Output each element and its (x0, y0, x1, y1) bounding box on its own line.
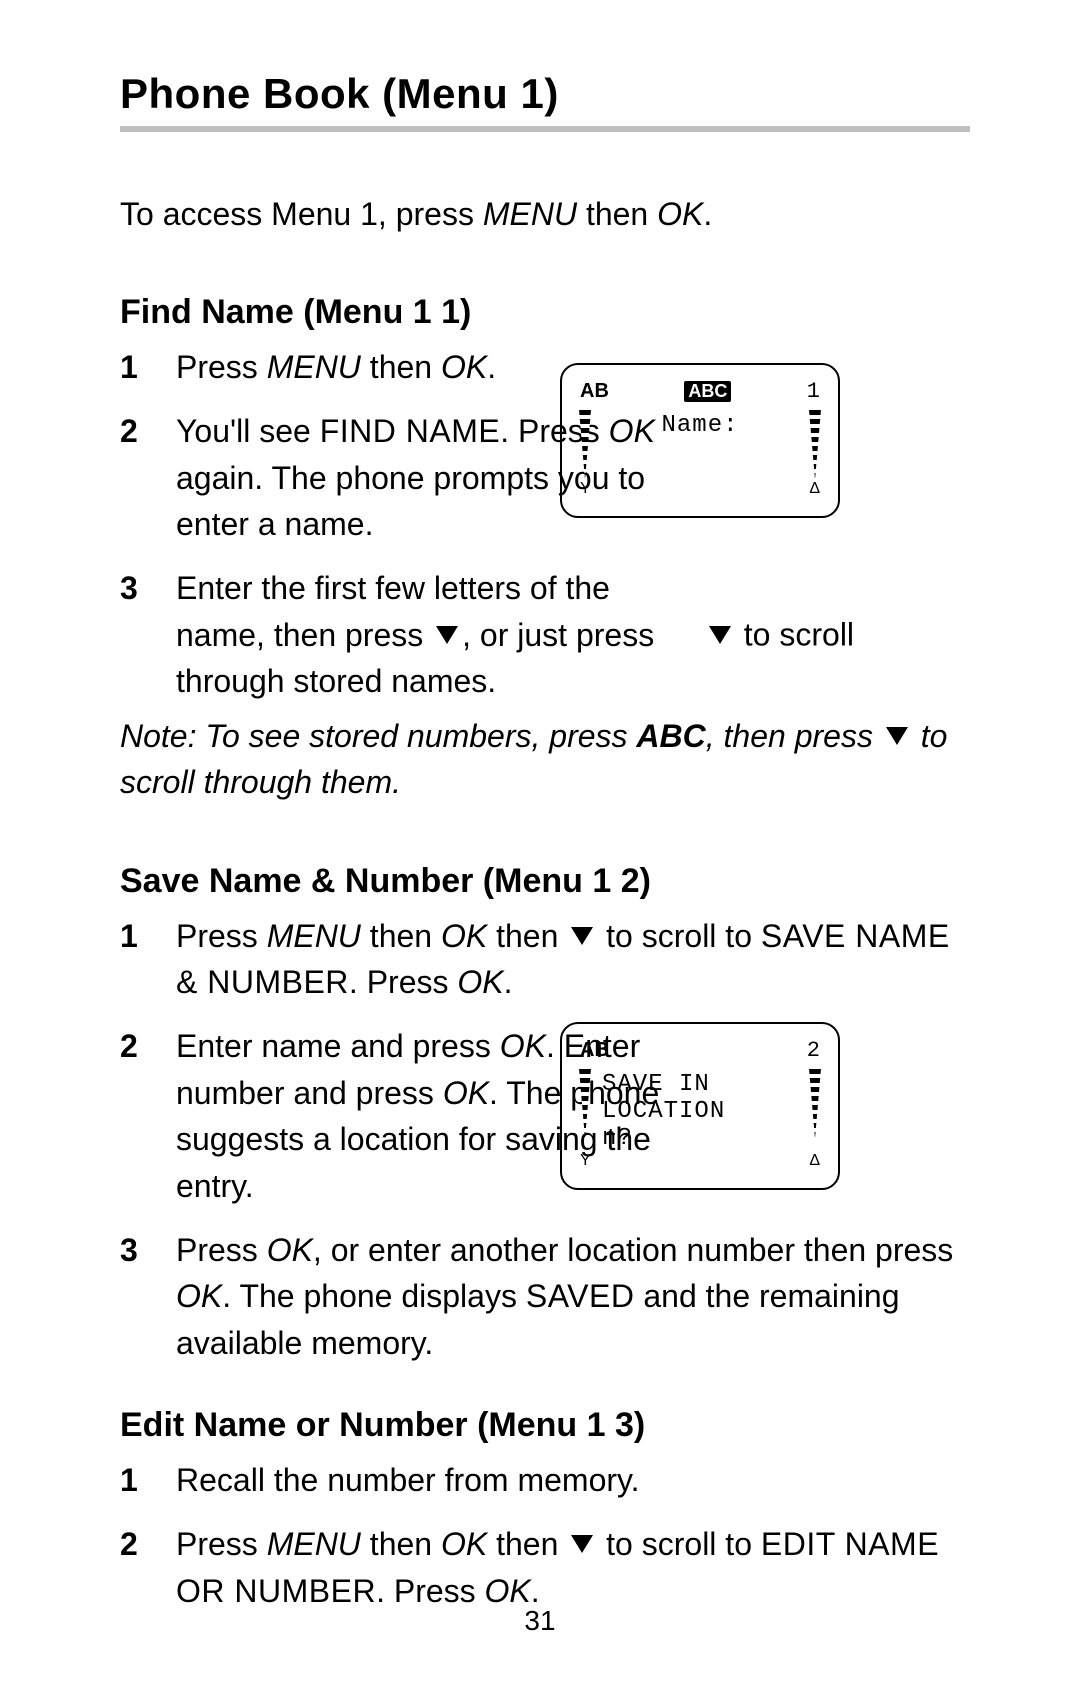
down-arrow-icon (436, 626, 458, 644)
screen-bottom-row: Y Δ (578, 1152, 822, 1170)
section-edit-name: Edit Name or Number (Menu 1 3) Recall th… (120, 1406, 970, 1614)
page-title: Phone Book (Menu 1) (120, 70, 970, 118)
down-arrow-icon (571, 927, 593, 945)
down-arrow-icon (571, 1535, 593, 1553)
down-arrow-icon (709, 626, 731, 644)
mode-indicator: AB (580, 380, 609, 403)
key-abc: ABC (636, 718, 705, 754)
key-ok: OK (176, 1278, 222, 1314)
text: You'll see (176, 413, 320, 449)
screen-bottom-left: Y (580, 1152, 591, 1170)
step-1: Recall the number from memory. (120, 1457, 970, 1503)
screen-status-row: AB ABC 1 (578, 379, 822, 410)
signal-left-icon (578, 410, 592, 480)
signal-right-icon (808, 410, 822, 480)
lcd-text: FIND NAME (320, 413, 501, 449)
page-number: 31 (0, 1605, 1080, 1637)
phone-screen-save-name: AB 2 SAVE IN LOCATION n? Y Δ (560, 1022, 840, 1190)
screen-text: Name: (592, 410, 808, 439)
screen-line: LOCATION (602, 1098, 808, 1125)
text: Enter name and press (176, 1028, 500, 1064)
text: . (487, 349, 496, 385)
step-1: Press MENU then OK then to scroll to SAV… (120, 913, 970, 1006)
steps-edit-name: Recall the number from memory. Press MEN… (120, 1457, 970, 1614)
step-3: Enter the first few letters of the name,… (120, 565, 970, 704)
text: Press (176, 918, 267, 954)
screen-bottom-row: Y Δ (578, 480, 822, 498)
down-arrow-icon (886, 727, 908, 745)
section-find-name: Find Name (Menu 1 1) Press MENU then OK.… (120, 293, 970, 713)
key-ok: OK (657, 196, 703, 232)
screen-line: SAVE IN (602, 1071, 808, 1098)
text: Press (176, 349, 267, 385)
text: then (487, 918, 567, 954)
screen-number: 1 (807, 379, 820, 404)
heading-edit-name: Edit Name or Number (Menu 1 3) (120, 1406, 970, 1445)
heading-save-name: Save Name & Number (Menu 1 2) (120, 862, 970, 901)
text: . Press (349, 964, 457, 1000)
text: then (361, 918, 441, 954)
text: . (504, 964, 513, 1000)
text: , or enter another location number then … (313, 1232, 953, 1268)
phone-screen-find-name: AB ABC 1 Name: Y Δ (560, 363, 840, 518)
text: To access Menu 1, press (120, 196, 483, 232)
manual-page: Phone Book (Menu 1) To access Menu 1, pr… (0, 0, 1080, 1697)
title-rule (120, 126, 970, 132)
screen-line: n? (602, 1125, 808, 1152)
key-ok: OK (267, 1232, 313, 1268)
text: . (531, 1573, 540, 1609)
steps-save-name: Press MENU then OK then to scroll to SAV… (120, 913, 970, 1367)
text: to scroll to (597, 918, 761, 954)
key-ok: OK (443, 1075, 489, 1111)
heading-find-name: Find Name (Menu 1 1) (120, 293, 970, 332)
intro-text: To access Menu 1, press MENU then OK. (120, 192, 970, 237)
text: , or just press (462, 617, 654, 653)
text: Enter the first few letters of the name,… (176, 565, 696, 658)
text: Note: To see stored numbers, press (120, 718, 636, 754)
text: then (361, 349, 441, 385)
key-menu: MENU (267, 918, 361, 954)
key-menu: MENU (267, 349, 361, 385)
screen-body: Name: (578, 410, 822, 480)
signal-right-icon (808, 1069, 822, 1139)
text: then (361, 1526, 441, 1562)
screen-bottom-right: Δ (809, 480, 820, 498)
text: then (487, 1526, 567, 1562)
key-ok: OK (441, 349, 487, 385)
steps-find-name: Press MENU then OK. You'll see FIND NAME… (120, 344, 970, 705)
key-menu: MENU (267, 1526, 361, 1562)
screen-number: 2 (807, 1038, 820, 1063)
screen-text: SAVE IN LOCATION n? (592, 1069, 808, 1152)
key-ok: OK (485, 1573, 531, 1609)
key-ok: OK (441, 1526, 487, 1562)
text: . Press (376, 1573, 484, 1609)
key-menu: MENU (483, 196, 577, 232)
step-3: Press OK, or enter another location numb… (120, 1227, 970, 1366)
text: Press (176, 1232, 267, 1268)
section-save-name: Save Name & Number (Menu 1 2) Press MENU… (120, 862, 970, 1367)
key-ok: OK (441, 918, 487, 954)
signal-left-icon (578, 1069, 592, 1139)
screen-body: SAVE IN LOCATION n? (578, 1069, 822, 1152)
mode-indicator: AB (580, 1039, 609, 1062)
text: , then press (706, 718, 882, 754)
key-ok: OK (500, 1028, 546, 1064)
key-ok: OK (457, 964, 503, 1000)
screen-bottom-right: Δ (809, 1152, 820, 1170)
screen-status-row: AB 2 (578, 1038, 822, 1069)
note-find-name: Note: To see stored numbers, press ABC, … (120, 713, 970, 806)
abc-chip: ABC (684, 381, 731, 402)
screen-bottom-left: Y (580, 480, 591, 498)
step-2: Press MENU then OK then to scroll to EDI… (120, 1521, 970, 1614)
text: . The phone displays (222, 1278, 526, 1314)
text: Press (176, 1526, 267, 1562)
text: to scroll to (597, 1526, 761, 1562)
lcd-text: SAVED (526, 1278, 635, 1314)
text: . (703, 196, 712, 232)
text: then (577, 196, 657, 232)
step-1: Press MENU then OK. (120, 344, 970, 390)
